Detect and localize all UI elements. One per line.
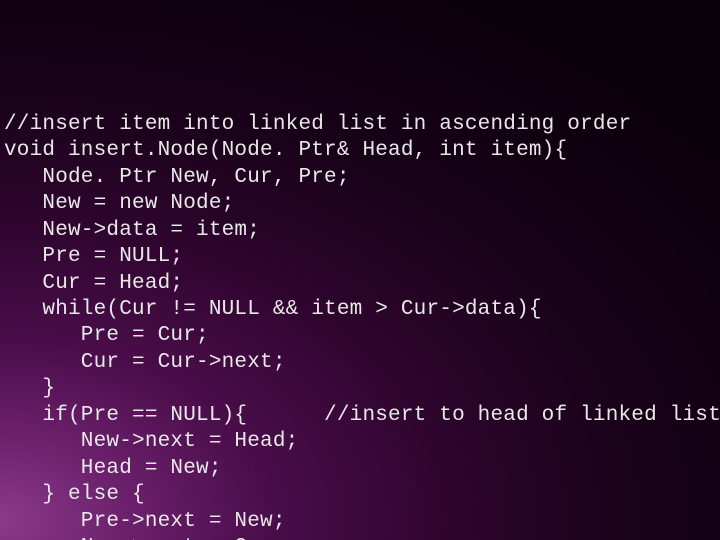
code-slide: //insert item into linked list in ascend… [4, 112, 720, 540]
